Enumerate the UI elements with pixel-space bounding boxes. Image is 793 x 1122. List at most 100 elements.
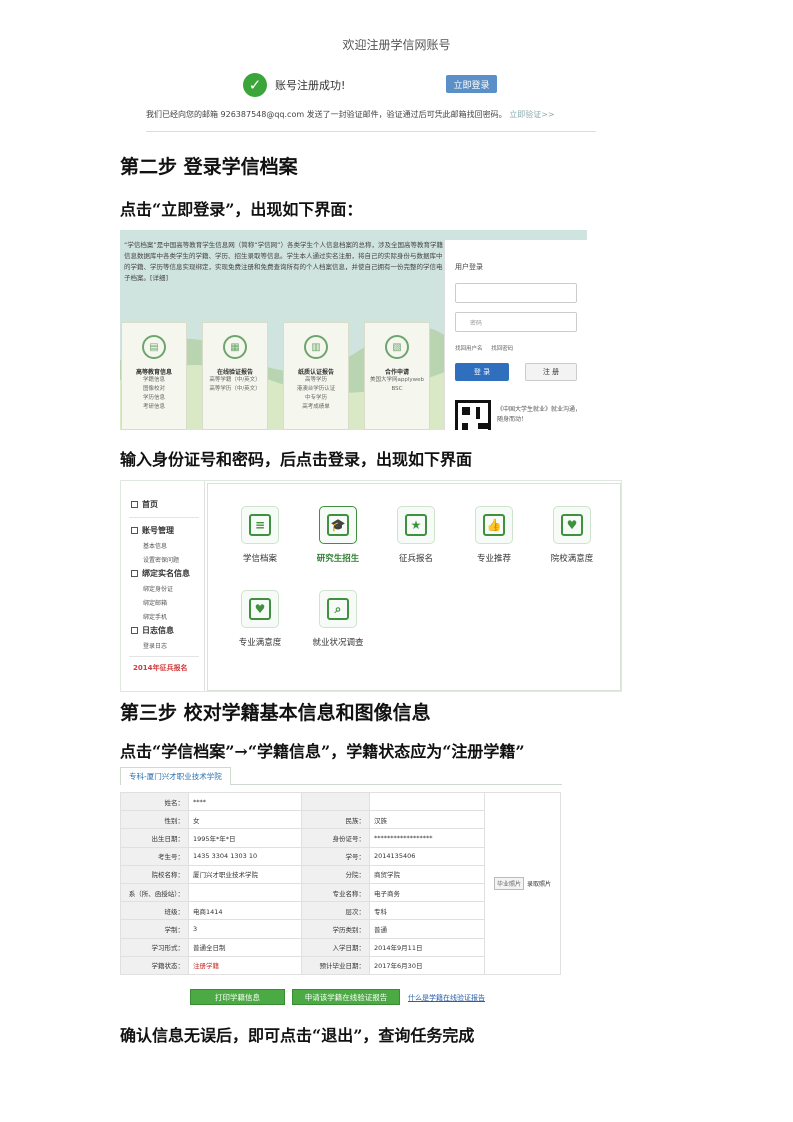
card-item[interactable]: 图像校对 xyxy=(122,385,186,394)
verify-now-link[interactable]: 立即验证>> xyxy=(509,110,554,119)
login-panel: 用户登录 密码 找回用户名 找回密码 登 录 注 册 《中国大学生就业》就业沟通… xyxy=(444,240,587,430)
step2-instruction: 点击“立即登录”，出现如下界面： xyxy=(120,200,363,219)
sidebar-divider xyxy=(129,517,199,518)
card-item[interactable]: 高等学籍（中/英文） xyxy=(203,376,267,385)
mail-note: 我们已经向您的邮箱 926387548@qq.com 发送了一封验证邮件，验证通… xyxy=(146,109,555,120)
card-item[interactable]: 美国大学网applyweb xyxy=(365,376,429,385)
admission-photo-button[interactable]: 录取照片 xyxy=(527,881,551,888)
login-now-button[interactable]: 立即登录 xyxy=(446,75,497,93)
field-label: 身份证号： xyxy=(301,828,370,848)
dashboard-main: ≡ 学信档案 🎓 研究生招生 ★ 征兵报名 👍 专业推荐 ♥ 院校满意度 ♥ 专… xyxy=(207,483,621,691)
card-item[interactable]: 学籍信息 xyxy=(122,376,186,385)
field-value: 女 xyxy=(188,810,302,830)
step3-instruction: 点击“学信档案”→“学籍信息”，学籍状态应为“注册学籍” xyxy=(120,742,525,761)
field-value: 专科 xyxy=(369,901,485,921)
tile-label: 专业满意度 xyxy=(238,638,282,648)
card-item[interactable]: 中专学历 xyxy=(284,394,348,403)
tile-employment-survey[interactable]: ⌕ 就业状况调查 xyxy=(308,590,368,648)
photo-cell: 毕业照片 录取照片 xyxy=(484,792,561,975)
sidebar-item-bind-phone[interactable]: 绑定手机 xyxy=(143,612,167,621)
registration-title: 欢迎注册学信网账号 xyxy=(342,38,451,52)
forgot-password-link[interactable]: 找回密码 xyxy=(491,346,513,352)
print-record-button[interactable]: 打印学籍信息 xyxy=(190,989,285,1005)
sidebar-promo-link[interactable]: 2014年征兵报名 xyxy=(133,663,187,673)
field-value: 电子商务 xyxy=(369,882,485,903)
sidebar-item-bind[interactable]: 绑定实名信息 xyxy=(131,568,190,579)
tile-frame: ≡ xyxy=(241,506,279,544)
sidebar-item-basic-info[interactable]: 基本信息 xyxy=(143,541,167,550)
card-item[interactable]: 高等学历 xyxy=(284,376,348,385)
card-paper-report[interactable]: ▥ 纸质认证报告 高等学历 港澳台学历认证 中专学历 高考成绩单 xyxy=(283,322,349,430)
password-input[interactable]: 密码 xyxy=(455,312,577,332)
field-value: 注册学籍 xyxy=(188,955,302,975)
field-label: 学习形式： xyxy=(120,937,189,957)
success-message: 账号注册成功! xyxy=(275,79,346,92)
tile-graduate-admission[interactable]: 🎓 研究生招生 xyxy=(308,506,368,564)
field-label: 入学日期： xyxy=(301,937,370,957)
field-label: 预计毕业日期： xyxy=(301,955,370,975)
tile-school-satisfaction[interactable]: ♥ 院校满意度 xyxy=(542,506,602,564)
field-value: 电商1414 xyxy=(188,901,302,921)
tile-major-recommend[interactable]: 👍 专业推荐 xyxy=(464,506,524,564)
login-button[interactable]: 登 录 xyxy=(455,363,509,381)
card-cooperation[interactable]: ▧ 合作申请 美国大学网applyweb BSC xyxy=(364,322,430,430)
tile-label: 院校满意度 xyxy=(550,554,594,564)
sidebar-item-home[interactable]: 首页 xyxy=(131,499,158,510)
field-label: 分院： xyxy=(301,864,370,884)
tab-bar: 专科-厦门兴才职业技术学院 xyxy=(120,767,562,785)
step3-heading: 第三步 校对学籍基本信息和图像信息 xyxy=(120,702,431,724)
register-button[interactable]: 注 册 xyxy=(525,363,577,381)
graduation-photo-button[interactable]: 毕业照片 xyxy=(493,876,524,890)
document-icon: ▤ xyxy=(142,335,166,359)
tile-military-enlistment[interactable]: ★ 征兵报名 xyxy=(386,506,446,564)
sidebar-item-account[interactable]: 账号管理 xyxy=(131,525,174,536)
sidebar-label: 日志信息 xyxy=(142,626,174,635)
qr-code-icon xyxy=(455,400,491,430)
sidebar-item-bind-id[interactable]: 绑定身份证 xyxy=(143,584,173,593)
login-panel-title: 用户登录 xyxy=(455,263,483,271)
field-value xyxy=(188,882,302,903)
field-value: ****************** xyxy=(369,828,485,848)
sidebar-item-security-question[interactable]: 设置密保问题 xyxy=(143,555,179,564)
card-item[interactable]: 港澳台学历认证 xyxy=(284,385,348,394)
tile-label: 学信档案 xyxy=(242,554,277,564)
card-item[interactable]: 高考成绩单 xyxy=(284,403,348,412)
field-label: 系（所、函授站）： xyxy=(120,882,189,903)
paper-icon: ▥ xyxy=(304,335,328,359)
bind-icon xyxy=(131,570,138,577)
sidebar-item-login-log[interactable]: 登录日志 xyxy=(143,641,167,650)
final-instruction: 确认信息无误后，即可点击“退出”，查询任务完成 xyxy=(120,1026,475,1045)
field-value xyxy=(369,791,485,812)
card-online-report[interactable]: ▦ 在线验证报告 高等学籍（中/英文） 高等学历（中/英文） xyxy=(202,322,268,430)
card-item[interactable]: BSC xyxy=(365,385,429,394)
tile-student-archive[interactable]: ≡ 学信档案 xyxy=(230,506,290,564)
field-label: 出生日期： xyxy=(120,828,189,848)
username-input[interactable] xyxy=(455,283,577,303)
card-item[interactable]: 学历信息 xyxy=(122,394,186,403)
thumbs-up-icon: 👍 xyxy=(483,514,505,536)
field-value: 1995年*年*日 xyxy=(188,828,302,848)
tile-frame: ♥ xyxy=(553,506,591,544)
field-value: 普通 xyxy=(369,919,485,939)
card-higher-education[interactable]: ▤ 高等教育信息 学籍信息 图像校对 学历信息 考研信息 xyxy=(121,322,187,430)
forgot-username-link[interactable]: 找回用户名 xyxy=(455,346,483,352)
field-label: 学号： xyxy=(301,846,370,866)
tab-record[interactable]: 专科-厦门兴才职业技术学院 xyxy=(120,767,231,785)
field-value: **** xyxy=(188,791,302,812)
log-icon xyxy=(131,627,138,634)
field-value: 普通全日制 xyxy=(188,937,302,957)
card-title: 高等教育信息 xyxy=(135,369,172,376)
field-value: 厦门兴才职业技术学院 xyxy=(188,864,302,884)
sidebar-item-bind-email[interactable]: 绑定邮箱 xyxy=(143,598,167,607)
divider xyxy=(146,131,596,132)
tile-major-satisfaction[interactable]: ♥ 专业满意度 xyxy=(230,590,290,648)
sidebar-item-log[interactable]: 日志信息 xyxy=(131,625,174,636)
field-label: 学历类别： xyxy=(301,919,370,939)
card-item[interactable]: 考研信息 xyxy=(122,403,186,412)
login-links: 找回用户名 找回密码 xyxy=(455,344,513,352)
success-row: ✓ 账号注册成功! xyxy=(243,72,345,98)
card-item[interactable]: 高等学历（中/英文） xyxy=(203,385,267,394)
what-is-report-link[interactable]: 什么是学籍在线验证报告 xyxy=(408,993,485,1003)
apply-report-button[interactable]: 申请该学籍在线验证报告 xyxy=(292,989,400,1005)
field-label: 班级： xyxy=(120,901,189,921)
